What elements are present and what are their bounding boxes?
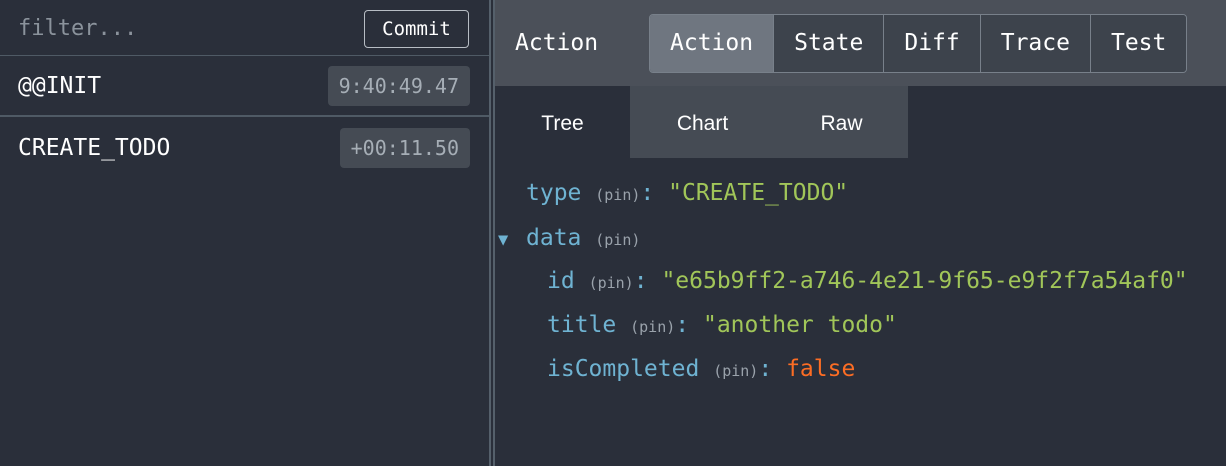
tab-diff[interactable]: Diff bbox=[883, 15, 980, 72]
tree-colon: : bbox=[633, 268, 648, 294]
tree-key: isCompleted bbox=[547, 356, 700, 382]
action-list-panel: Commit @@INIT 9:40:49.47 CREATE_TODO +00… bbox=[0, 0, 489, 466]
view-mode-tabs: Tree Chart Raw bbox=[495, 86, 908, 158]
inspector-header: Action Action State Diff Trace Test bbox=[495, 0, 1226, 86]
tree-key: type bbox=[526, 180, 582, 206]
action-list-item[interactable]: @@INIT 9:40:49.47 bbox=[0, 56, 489, 117]
inspector-tab-group: Action State Diff Trace Test bbox=[649, 14, 1188, 73]
action-name: CREATE_TODO bbox=[18, 135, 171, 161]
action-tree-view: type (pin): "CREATE_TODO" ▼ data (pin) id… bbox=[495, 158, 1226, 466]
tab-test[interactable]: Test bbox=[1089, 15, 1187, 72]
tree-key: id bbox=[547, 268, 575, 294]
tree-node-title: title (pin): "another todo" bbox=[547, 310, 897, 340]
tab-state[interactable]: State bbox=[773, 15, 884, 72]
tree-node-data[interactable]: ▼ data (pin) bbox=[498, 223, 640, 253]
redux-devtools-window: Commit @@INIT 9:40:49.47 CREATE_TODO +00… bbox=[0, 0, 1226, 466]
subtab-tree[interactable]: Tree bbox=[495, 86, 630, 158]
pin-link[interactable]: (pin) bbox=[630, 318, 675, 336]
action-timestamp: +00:11.50 bbox=[339, 128, 470, 168]
pin-link[interactable]: (pin) bbox=[589, 274, 634, 292]
tab-action[interactable]: Action bbox=[650, 15, 774, 72]
subtab-chart[interactable]: Chart bbox=[630, 86, 775, 158]
action-list-item[interactable]: CREATE_TODO +00:11.50 bbox=[0, 118, 489, 179]
filter-bar: Commit bbox=[0, 0, 489, 56]
tree-value-string: "another todo" bbox=[702, 312, 897, 338]
action-timestamp: 9:40:49.47 bbox=[327, 66, 470, 106]
tab-trace[interactable]: Trace bbox=[979, 15, 1090, 72]
inspector-panel: Action Action State Diff Trace Test Tree… bbox=[495, 0, 1226, 466]
tree-node-id: id (pin): "e65b9ff2-a746-4e21-9f65-e9f2f… bbox=[547, 266, 1188, 296]
tree-value-string: "e65b9ff2-a746-4e21-9f65-e9f2f7a54af0" bbox=[661, 268, 1188, 294]
tree-value-string: "CREATE_TODO" bbox=[668, 180, 849, 206]
subtab-strip-empty bbox=[908, 86, 1226, 158]
commit-button[interactable]: Commit bbox=[364, 10, 469, 48]
expand-arrow-icon[interactable]: ▼ bbox=[498, 225, 520, 255]
tree-colon: : bbox=[758, 356, 773, 382]
tree-colon: : bbox=[640, 180, 655, 206]
tree-value-boolean: false bbox=[786, 356, 856, 382]
pin-link[interactable]: (pin) bbox=[713, 362, 758, 380]
filter-input[interactable] bbox=[8, 8, 348, 48]
tree-key: data bbox=[526, 225, 582, 251]
tree-node-type: type (pin): "CREATE_TODO" bbox=[526, 178, 848, 208]
subtab-raw[interactable]: Raw bbox=[775, 86, 908, 158]
tree-colon: : bbox=[675, 312, 690, 338]
pin-link[interactable]: (pin) bbox=[595, 186, 640, 204]
tree-node-iscompleted: isCompleted (pin): false bbox=[547, 354, 855, 384]
pin-link[interactable]: (pin) bbox=[595, 231, 640, 249]
action-name: @@INIT bbox=[18, 73, 102, 99]
inspector-title: Action bbox=[515, 30, 599, 56]
tree-key: title bbox=[547, 312, 617, 338]
